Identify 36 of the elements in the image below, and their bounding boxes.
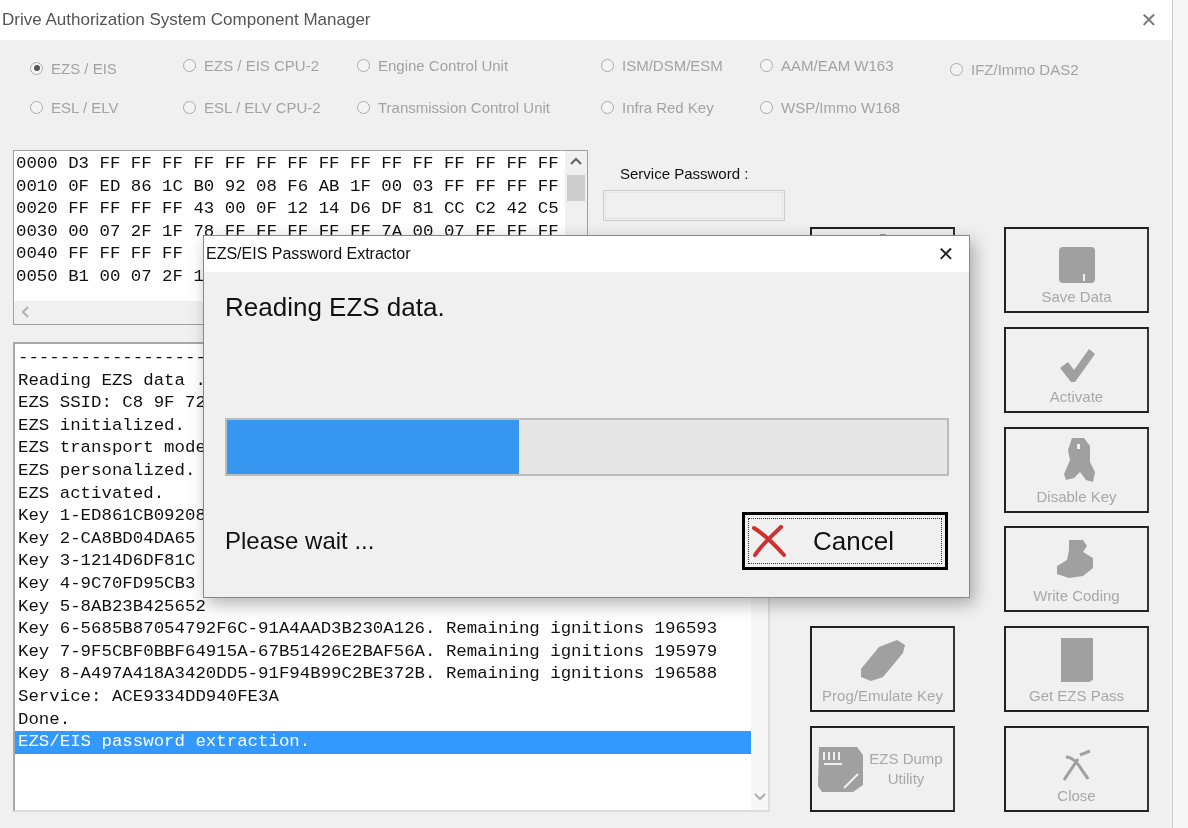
log-line: Key 5-8AB23B425652	[17, 595, 206, 618]
cancel-button[interactable]: Cancel	[742, 512, 948, 570]
log-line: Done.	[17, 708, 71, 731]
log-line: ------------------	[17, 347, 206, 369]
input-field[interactable]	[603, 190, 785, 221]
log-line: EZS transport mode	[17, 437, 206, 460]
dialog-title: EZS/EIS Password Extractor	[206, 245, 411, 263]
log-line: Service: ACE9334DD940FE3A	[17, 685, 279, 708]
save-icon	[1057, 246, 1096, 284]
log-line: Key 3-1214D6DF81C	[17, 550, 196, 573]
log-line: EZS initialized.	[17, 414, 185, 437]
cross-icon	[751, 525, 787, 557]
log-line: Key 8-A497A418A3420DD5-91F94B99C2BE372B. Remaining ignitions 196588	[17, 663, 718, 686]
close-button[interactable]: ✕	[923, 236, 969, 272]
wait-text: Please wait ...	[225, 527, 375, 555]
field-label: Service Password :	[620, 165, 750, 182]
hex-row: 0040 FF FF FF FF	[16, 243, 183, 266]
key-fob-icon	[858, 639, 907, 683]
log-line: Key 1-ED861CB09208	[17, 505, 206, 528]
scrollbar-thumb[interactable]	[567, 175, 585, 201]
log-line: Key 7-9F5CBF0BBF64915A-67B51426E2BAF56A. Remaining ignitions 195979	[17, 640, 718, 663]
window-title: Drive Authorization System Component Manager	[2, 10, 371, 30]
log-line: Key 4-9C70FD95CB3	[17, 572, 196, 595]
check-icon	[1057, 347, 1096, 384]
log-line: Reading EZS data .	[17, 369, 206, 392]
status-message: Reading EZS data.	[225, 292, 445, 323]
chip-icon	[816, 744, 866, 794]
log-line: Key 6-5685B87054792F6C-91A4AAD3B230A126. Remaining ignitions 196593	[17, 618, 718, 641]
hex-row-text: 0000 D3 FF FF FF FF FF FF FF FF FF FF FF FF FF FF FF	[16, 153, 559, 175]
log-line: EZS activated.	[17, 482, 165, 505]
close-button[interactable]: ✕	[1126, 7, 1172, 33]
hex-row: 0020 FF FF FF FF 43 00 0F 12 14 D6 DF 81 CC C2 42 C5	[16, 198, 559, 221]
log-line: EZS personalized.	[17, 459, 196, 482]
hex-row-text: 0050 B1 00 07 2F 1	[16, 265, 204, 288]
hex-row-text: 0010 0F ED 86 1C B0 92 08 F6 AB 1F 00 03 FF FF FF FF	[16, 175, 559, 198]
log-line: Key 2-CA8BD04DA65	[17, 527, 196, 550]
